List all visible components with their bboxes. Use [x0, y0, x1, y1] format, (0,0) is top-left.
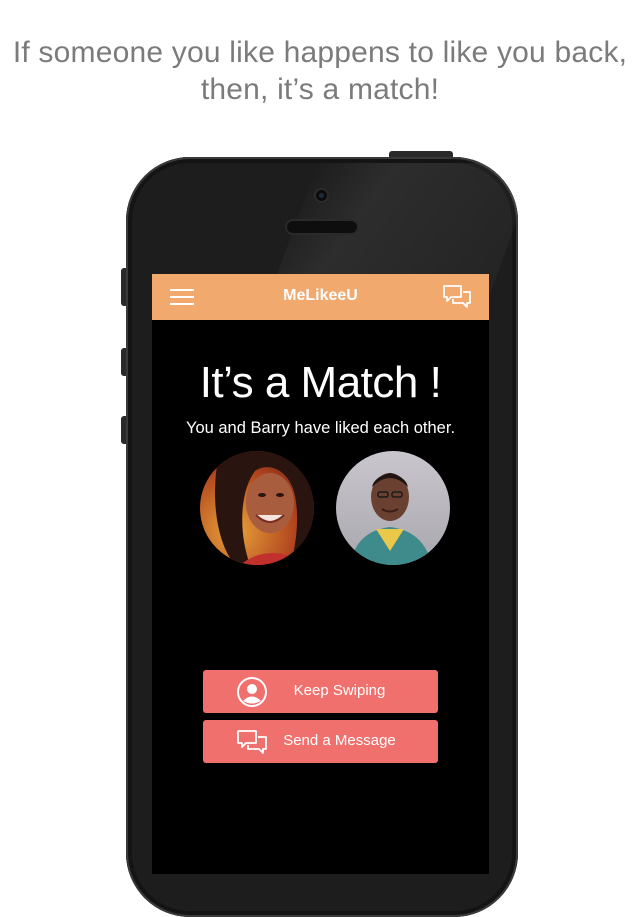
match-subtitle: You and Barry have liked each other.: [185, 419, 456, 437]
chat-bubbles-icon[interactable]: [442, 284, 472, 310]
phone-speaker: [287, 221, 357, 233]
promo-caption-line-1: If someone you like happens to like you …: [12, 36, 628, 69]
send-message-label: Send a Message: [283, 732, 396, 749]
user-avatar: [200, 451, 314, 565]
app-title: MeLikeeU: [283, 287, 358, 304]
send-message-button[interactable]: Send a Message: [203, 720, 438, 763]
app-screen: MeLikeeU It’s a Match ! You and Barry ha…: [152, 274, 489, 874]
phone-camera: [316, 190, 327, 201]
promo-caption: If someone you like happens to like you …: [0, 34, 640, 108]
promo-caption-line-2: then, it’s a match!: [200, 73, 440, 106]
keep-swiping-label: Keep Swiping: [293, 682, 386, 699]
app-header: MeLikeeU: [152, 274, 489, 320]
match-heading: It’s a Match !: [199, 358, 442, 407]
match-avatar-barry: [336, 451, 450, 565]
keep-swiping-button[interactable]: Keep Swiping: [203, 670, 438, 713]
